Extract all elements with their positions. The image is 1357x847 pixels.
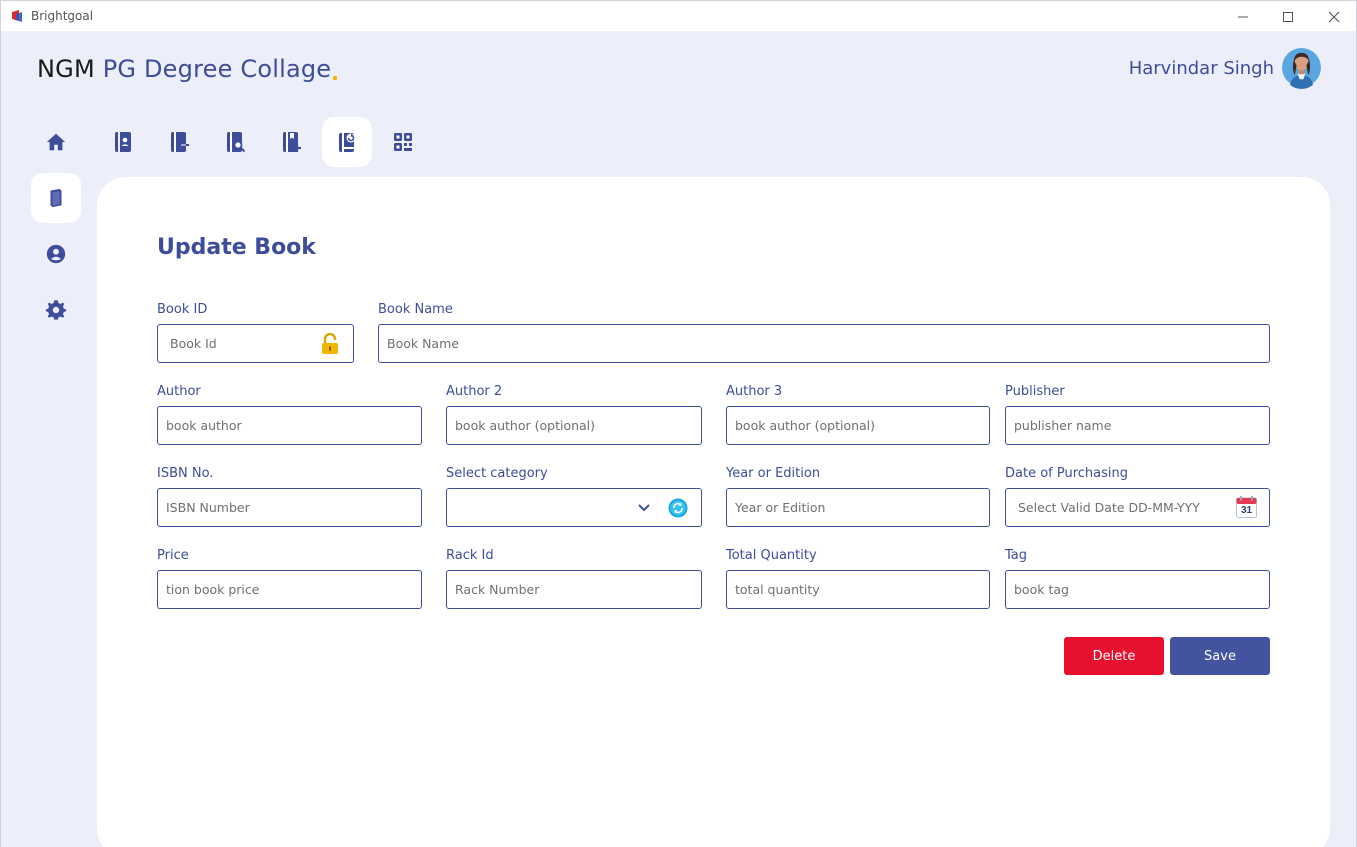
tab-book-barcode[interactable]	[378, 117, 428, 167]
avatar[interactable]	[1282, 46, 1321, 89]
author3-field	[726, 406, 990, 445]
purchase-date-input[interactable]	[1006, 489, 1269, 526]
title-bar: Brightgoal	[0, 0, 1357, 31]
tab-book-return[interactable]	[154, 117, 204, 167]
minimize-icon	[1238, 16, 1248, 17]
side-nav-books[interactable]	[31, 173, 81, 223]
book-id-label: Book ID	[157, 302, 208, 317]
page-title: Update Book	[157, 235, 316, 260]
tag-field	[1005, 570, 1270, 609]
minimize-button[interactable]	[1220, 1, 1266, 32]
tab-book-update[interactable]	[322, 117, 372, 167]
brand-dot	[333, 76, 338, 80]
app-title: Brightgoal	[31, 9, 94, 23]
maximize-icon	[1283, 11, 1293, 22]
refresh-icon[interactable]	[668, 498, 688, 518]
publisher-field	[1005, 406, 1270, 445]
publisher-input[interactable]	[1006, 407, 1269, 444]
publisher-label: Publisher	[1005, 384, 1065, 399]
unlock-icon[interactable]	[320, 333, 340, 355]
category-label: Select category	[446, 466, 548, 481]
calendar-icon[interactable]: 31	[1236, 496, 1257, 518]
rack-input[interactable]	[447, 571, 701, 608]
edition-label: Year or Edition	[726, 466, 821, 481]
edition-field	[726, 488, 990, 527]
quantity-label: Total Quantity	[726, 548, 817, 563]
avatar-image	[1282, 48, 1321, 89]
author-label: Author	[157, 384, 201, 399]
purchase-date-field: 31	[1005, 488, 1270, 527]
book-name-label: Book Name	[378, 302, 453, 317]
side-nav-settings[interactable]	[31, 285, 81, 335]
edition-input[interactable]	[727, 489, 989, 526]
close-icon	[1328, 11, 1340, 22]
author-field	[157, 406, 422, 445]
brand-part2: PG Degree Collage	[102, 55, 332, 83]
rack-field	[446, 570, 702, 609]
close-button[interactable]	[1311, 1, 1357, 32]
user-icon	[46, 244, 66, 264]
book-barcode-icon	[394, 133, 412, 151]
isbn-label: ISBN No.	[157, 466, 214, 481]
tag-label: Tag	[1005, 548, 1028, 563]
book-id-field	[157, 324, 354, 363]
book-name-input[interactable]	[379, 325, 1269, 362]
tab-book-search[interactable]	[210, 117, 260, 167]
price-label: Price	[157, 548, 189, 563]
side-nav-home[interactable]	[31, 117, 81, 167]
maximize-button[interactable]	[1265, 1, 1311, 32]
book-user-icon	[115, 132, 131, 152]
category-select[interactable]	[446, 488, 702, 527]
home-icon	[46, 133, 66, 151]
isbn-input[interactable]	[158, 489, 421, 526]
calendar-day: 31	[1240, 505, 1253, 516]
author-input[interactable]	[158, 407, 421, 444]
chevron-down-icon[interactable]	[637, 502, 651, 514]
rack-label: Rack Id	[446, 548, 494, 563]
quantity-field	[726, 570, 990, 609]
book-return-icon	[171, 132, 189, 152]
book-update-icon	[339, 133, 356, 152]
save-button[interactable]: Save	[1170, 637, 1270, 675]
quantity-input[interactable]	[727, 571, 989, 608]
author2-input[interactable]	[447, 407, 701, 444]
purchase-date-label: Date of Purchasing	[1005, 466, 1129, 481]
brand-part1: NGM	[37, 55, 95, 83]
tab-book-issue[interactable]	[98, 117, 148, 167]
author3-label: Author 3	[726, 384, 783, 399]
book-add-icon	[283, 132, 301, 152]
app-logo-icon	[12, 10, 22, 22]
isbn-field	[157, 488, 422, 527]
gear-icon	[45, 300, 67, 320]
brand-title: NGM PG Degree Collage	[37, 55, 338, 83]
author2-field	[446, 406, 702, 445]
book-name-field	[378, 324, 1270, 363]
side-nav-profile[interactable]	[31, 229, 81, 279]
price-input[interactable]	[158, 571, 421, 608]
author2-label: Author 2	[446, 384, 503, 399]
user-name: Harvindar Singh	[1128, 58, 1274, 79]
author3-input[interactable]	[727, 407, 989, 444]
delete-button[interactable]: Delete	[1064, 637, 1164, 675]
tag-input[interactable]	[1006, 571, 1269, 608]
book-search-icon	[227, 132, 246, 153]
tab-book-add[interactable]	[266, 117, 316, 167]
book-icon	[50, 188, 62, 208]
price-field	[157, 570, 422, 609]
